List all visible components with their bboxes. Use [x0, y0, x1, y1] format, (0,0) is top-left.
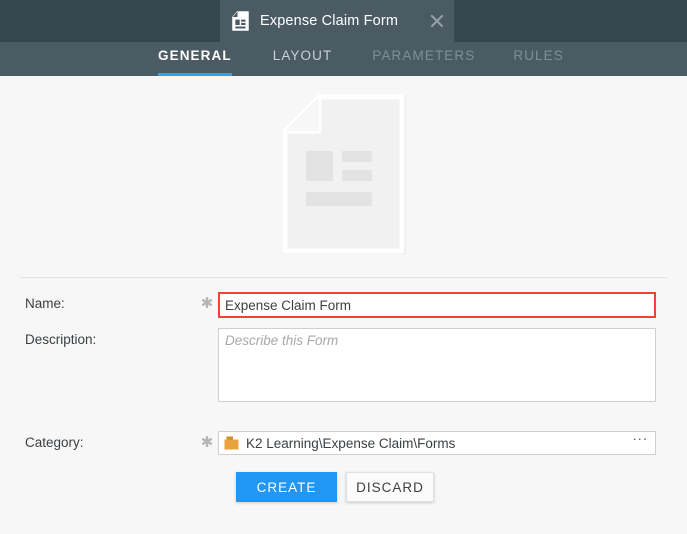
form-illustration — [0, 76, 687, 272]
title-bar: Expense Claim Form — [0, 0, 687, 42]
category-required-marker: ✱ — [200, 434, 214, 451]
document-illustration-icon — [281, 94, 406, 254]
tab-rules-label: RULES — [513, 48, 564, 63]
tab-bar: GENERAL LAYOUT PARAMETERS RULES — [0, 42, 687, 76]
document-tab[interactable]: Expense Claim Form — [220, 0, 454, 42]
document-icon — [232, 11, 249, 31]
name-required-marker: ✱ — [200, 295, 214, 312]
general-tab-panel: Name: ✱ Description: Category: ✱ — [0, 76, 687, 534]
folder-icon — [224, 436, 239, 450]
description-label: Description: — [25, 332, 97, 347]
discard-button[interactable]: DISCARD — [346, 472, 434, 502]
field-row-description: Description: — [0, 328, 687, 407]
field-row-category: Category: ✱ K2 Learning\Expense Claim\Fo… — [0, 431, 687, 455]
name-input[interactable] — [218, 292, 656, 318]
tab-layout[interactable]: LAYOUT — [273, 42, 333, 76]
form-fields: Name: ✱ Description: Category: ✱ — [0, 292, 687, 465]
form-actions: CREATE DISCARD — [236, 472, 434, 502]
close-icon[interactable] — [420, 0, 454, 42]
category-label: Category: — [25, 435, 84, 450]
section-divider — [20, 277, 667, 278]
name-label: Name: — [25, 296, 65, 311]
tab-parameters[interactable]: PARAMETERS — [372, 42, 475, 76]
tab-general-label: GENERAL — [158, 48, 232, 63]
app-window: Expense Claim Form GENERAL LAYOUT PARAME… — [0, 0, 687, 534]
field-row-name: Name: ✱ — [0, 292, 687, 318]
tab-layout-label: LAYOUT — [272, 48, 333, 63]
description-textarea[interactable] — [218, 328, 656, 402]
create-button[interactable]: CREATE — [236, 472, 337, 502]
row-spacer — [0, 417, 687, 431]
tab-rules[interactable]: RULES — [513, 42, 564, 76]
tab-parameters-label: PARAMETERS — [372, 48, 476, 63]
tab-general[interactable]: GENERAL — [158, 42, 232, 76]
document-tab-title: Expense Claim Form — [260, 13, 399, 29]
category-path-text: K2 Learning\Expense Claim\Forms — [246, 435, 456, 451]
category-browse-button[interactable]: ··· — [629, 431, 651, 454]
category-input[interactable]: K2 Learning\Expense Claim\Forms ··· — [218, 431, 656, 455]
